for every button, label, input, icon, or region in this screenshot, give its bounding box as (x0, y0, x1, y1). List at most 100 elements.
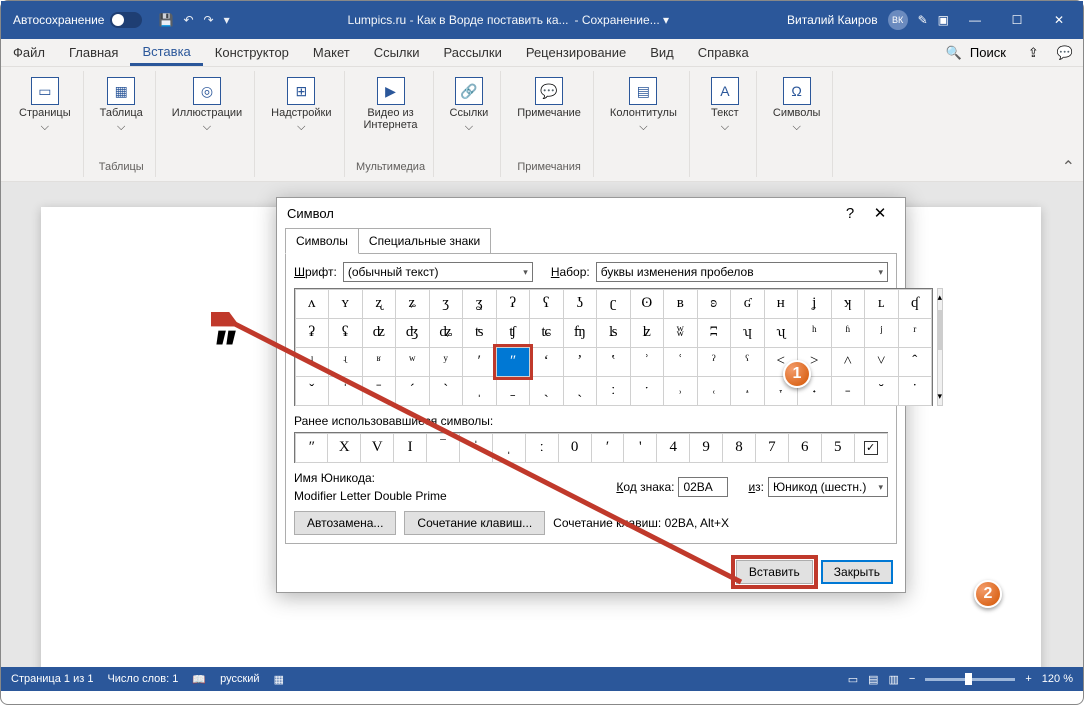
recent-symbol-cell[interactable]: ˈ (459, 433, 493, 463)
recent-symbol-cell[interactable]: I (393, 433, 427, 463)
tab-special[interactable]: Специальные знаки (358, 228, 491, 254)
recent-symbol-cell[interactable]: ‾ (426, 433, 460, 463)
close-dialog-button[interactable]: Закрыть (821, 560, 893, 584)
symbol-cell[interactable]: ˘ (864, 376, 899, 406)
tab-файл[interactable]: Файл (1, 39, 57, 66)
video-button[interactable]: ▶Видео из Интернета (355, 73, 427, 159)
code-input[interactable]: 02BA (678, 477, 728, 497)
symbol-cell[interactable]: ʙ (663, 289, 698, 319)
symbol-cell[interactable]: ʨ (529, 318, 564, 348)
autocorrect-button[interactable]: Автозамена... (294, 511, 396, 535)
symbol-cell[interactable]: ʳ (898, 318, 933, 348)
page-status[interactable]: Страница 1 из 1 (11, 673, 93, 685)
symbol-cell[interactable]: ʤ (395, 318, 430, 348)
scroll-down-icon[interactable]: ▾ (938, 388, 943, 405)
symbol-cell[interactable]: ʦ (462, 318, 497, 348)
symbol-cell[interactable]: ˏ (563, 376, 598, 406)
recent-symbol-cell[interactable]: ✓ (854, 433, 888, 463)
tab-рассылки[interactable]: Рассылки (431, 39, 513, 66)
language-status[interactable]: русский (220, 673, 259, 685)
symbol-cell[interactable]: ˔ (730, 376, 765, 406)
symbol-cell[interactable]: ʥ (429, 318, 464, 348)
read-mode-icon[interactable]: ▭ (848, 673, 858, 686)
maximize-button[interactable]: ☐ (997, 5, 1037, 35)
symbol-cell[interactable]: ˒ (663, 376, 698, 406)
tab-конструктор[interactable]: Конструктор (203, 39, 301, 66)
scroll-up-icon[interactable]: ▴ (938, 289, 943, 306)
symbol-cell[interactable]: ʶ (362, 347, 397, 377)
symbol-cell[interactable]: ʧ (496, 318, 531, 348)
symbol-cell[interactable]: ʕ (529, 289, 564, 319)
recent-symbol-cell[interactable]: ː (525, 433, 559, 463)
word-count[interactable]: Число слов: 1 (107, 673, 178, 685)
symbol-cell[interactable]: ʜ (764, 289, 799, 319)
symbol-cell[interactable]: ʽ (596, 347, 631, 377)
recent-symbol-cell[interactable]: 8 (722, 433, 756, 463)
spellcheck-icon[interactable]: 📖 (192, 673, 206, 686)
symbol-cell[interactable]: ʛ (730, 289, 765, 319)
redo-icon[interactable]: ↷ (204, 13, 214, 27)
tab-вставка[interactable]: Вставка (130, 39, 202, 66)
text-button[interactable]: AТекст⌵ (700, 73, 750, 175)
symbol-grid[interactable]: ʌʏʐʑʒʓʔʕʖʗʘʙʚʛʜʝʞʟʠʡʢʣʤʥʦʧʨʩʪʫʬʭʮʯʰʱʲʳʴʵ… (294, 288, 933, 406)
macro-icon[interactable]: ▦ (274, 673, 284, 686)
zoom-out-icon[interactable]: − (909, 673, 915, 685)
symbol-cell[interactable]: ʸ (429, 347, 464, 377)
insert-button[interactable]: Вставить (736, 560, 813, 584)
recent-symbol-cell[interactable]: ˌ (492, 433, 526, 463)
print-layout-icon[interactable]: ▤ (868, 673, 878, 686)
recent-symbol-cell[interactable]: 0 (558, 433, 592, 463)
symbol-cell[interactable]: ʟ (864, 289, 899, 319)
symbol-cell[interactable]: ʣ (362, 318, 397, 348)
web-layout-icon[interactable]: ▥ (889, 673, 899, 686)
search-icon[interactable]: 🔍 (946, 45, 962, 61)
symbol-cell[interactable]: ʵ (328, 347, 363, 377)
symbol-cell[interactable]: ˋ (429, 376, 464, 406)
symbol-cell[interactable]: ʫ (630, 318, 665, 348)
symbol-cell[interactable]: ʖ (563, 289, 598, 319)
symbol-cell[interactable]: ʴ (295, 347, 330, 377)
close-button[interactable]: ✕ (1039, 5, 1079, 35)
symbol-cell[interactable]: ˆ (898, 347, 933, 377)
symbol-cell[interactable]: ˄ (831, 347, 866, 377)
symbol-cell[interactable]: ʭ (697, 318, 732, 348)
subset-combo[interactable]: буквы изменения пробелов (596, 262, 888, 282)
table-button[interactable]: ▦Таблица⌵ (94, 73, 149, 159)
symbols-button[interactable]: ΩСимволы⌵ (767, 73, 827, 175)
recent-symbol-cell[interactable]: ' (623, 433, 657, 463)
symbol-cell[interactable]: ʗ (596, 289, 631, 319)
comments-icon[interactable]: 💬 (1057, 45, 1073, 61)
symbol-cell[interactable]: ʢ (328, 318, 363, 348)
search-label[interactable]: Поиск (970, 45, 1006, 60)
symbol-cell[interactable]: ʠ (898, 289, 933, 319)
tab-symbols[interactable]: Символы (285, 228, 359, 254)
symbol-cell[interactable]: ʓ (462, 289, 497, 319)
symbol-cell[interactable]: ʪ (596, 318, 631, 348)
illustrations-button[interactable]: ◎Иллюстрации⌵ (166, 73, 248, 175)
headers-button[interactable]: ▤Колонтитулы⌵ (604, 73, 683, 175)
autosave-toggle[interactable] (110, 12, 142, 28)
pages-button[interactable]: ▭Страницы⌵ (13, 73, 77, 175)
symbol-cell[interactable]: ˉ (362, 376, 397, 406)
user-name[interactable]: Виталий Каиров (787, 13, 878, 27)
symbol-cell[interactable]: ˌ (462, 376, 497, 406)
links-button[interactable]: 🔗Ссылки⌵ (444, 73, 495, 175)
zoom-value[interactable]: 120 % (1042, 673, 1073, 685)
comment-button[interactable]: 💬Примечание (511, 73, 587, 159)
recent-symbol-cell[interactable]: ʹ (591, 433, 625, 463)
recent-symbol-cell[interactable]: 4 (656, 433, 690, 463)
recent-symbol-cell[interactable]: 7 (755, 433, 789, 463)
symbol-cell[interactable]: ˗ (831, 376, 866, 406)
symbol-cell[interactable]: ʲ (864, 318, 899, 348)
symbol-cell[interactable]: ˊ (395, 376, 430, 406)
symbol-cell[interactable]: ʡ (295, 318, 330, 348)
addins-button[interactable]: ⊞Надстройки⌵ (265, 73, 337, 175)
symbol-cell[interactable]: ʺ (496, 347, 531, 377)
from-combo[interactable]: Юникод (шестн.) (768, 477, 888, 497)
symbol-cell[interactable]: ʱ (831, 318, 866, 348)
symbol-cell[interactable]: ʯ (764, 318, 799, 348)
recent-symbol-cell[interactable]: X (327, 433, 361, 463)
symbol-cell[interactable]: ˈ (328, 376, 363, 406)
symbol-cell[interactable]: ˅ (864, 347, 899, 377)
scroll-thumb[interactable] (938, 310, 943, 350)
